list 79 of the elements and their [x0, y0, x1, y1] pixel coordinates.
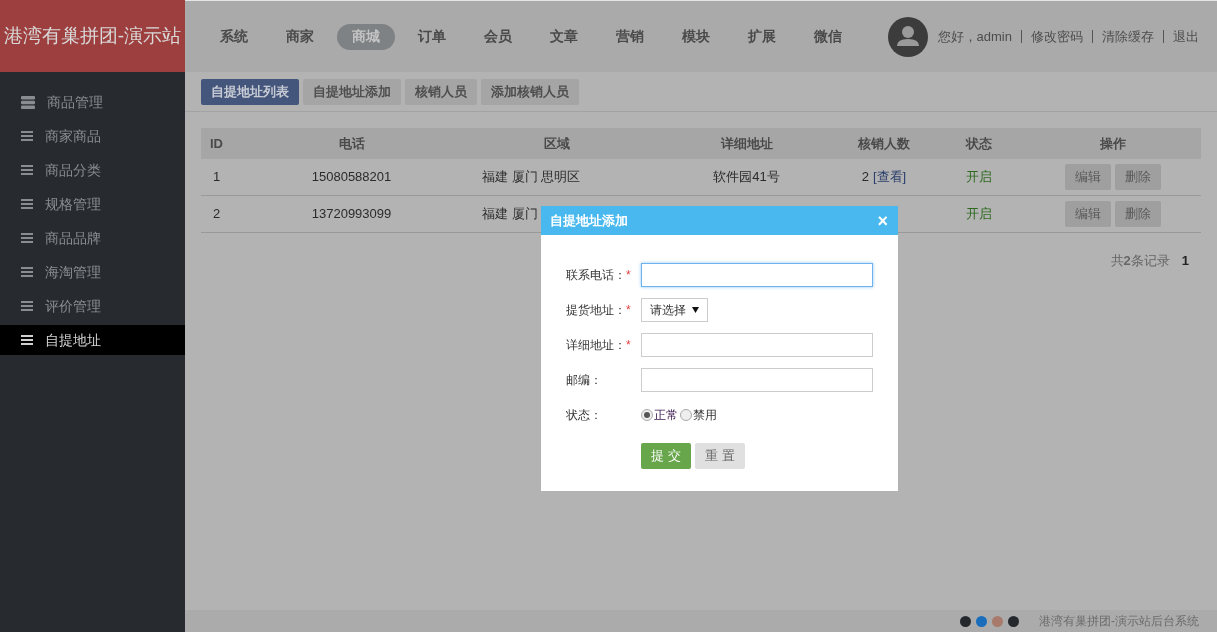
submit-button[interactable]: 提 交 — [641, 443, 691, 469]
greeting: 您好，admin — [937, 27, 1012, 46]
nav-tab[interactable]: 订单 — [403, 23, 461, 50]
required-mark: * — [626, 302, 631, 319]
sidebar-item[interactable]: 海淘管理 — [0, 257, 185, 287]
header-link[interactable]: 修改密码 — [1031, 26, 1083, 47]
record-count: 共2条记录 — [1110, 252, 1170, 270]
delete-button[interactable]: 删除 — [1114, 164, 1161, 190]
nav-tab[interactable]: 商城 — [337, 23, 395, 50]
reset-button[interactable]: 重 置 — [695, 443, 745, 469]
sub-tab[interactable]: 自提地址添加 — [303, 78, 401, 105]
column-header: 核销人数 — [857, 134, 911, 153]
column-header: 区域 — [542, 134, 571, 153]
required-mark: * — [626, 267, 631, 284]
sub-tab[interactable]: 添加核销人员 — [481, 78, 579, 105]
sub-tab[interactable]: 自提地址列表 — [201, 78, 299, 105]
input-field[interactable] — [641, 333, 873, 357]
nav-tab[interactable]: 文章 — [535, 23, 593, 50]
sub-tab[interactable]: 核销人员 — [405, 78, 477, 105]
column-header: 状态 — [964, 134, 993, 153]
stack-icon — [21, 95, 35, 109]
table-cell-text: 13720993099 — [310, 205, 393, 224]
table-cell-text: 1 — [212, 168, 222, 187]
header-link[interactable]: 退出 — [1173, 26, 1199, 47]
table-cell-text: 15080588201 — [310, 168, 393, 187]
sidebar-item[interactable]: 自提地址 — [0, 325, 185, 355]
logo: 港湾有巢拼团-演示站 — [0, 0, 185, 72]
input-field[interactable] — [641, 368, 873, 392]
table-cell: 软件园41号 — [713, 169, 780, 185]
sidebar-item[interactable]: 商品品牌 — [0, 223, 185, 253]
column-header: 操作 — [1098, 134, 1127, 153]
sidebar-item[interactable]: 商品管理 — [0, 87, 185, 117]
sidebar-item[interactable]: 规格管理 — [0, 189, 185, 219]
select-field[interactable]: 请选择 — [641, 298, 708, 322]
column-header: ID — [209, 134, 224, 153]
list-icon — [21, 165, 33, 175]
field-label: 联系电话： — [566, 267, 626, 284]
nav-tab[interactable]: 商家 — [271, 23, 329, 50]
table-cell: 福建 厦门 — [482, 206, 538, 222]
avatar-icon — [887, 16, 928, 57]
input-field[interactable] — [641, 263, 873, 287]
required-mark: * — [626, 337, 631, 354]
status-text: 开启 — [965, 168, 993, 187]
view-link[interactable]: [查看] — [873, 167, 907, 187]
dialog-title: 自提地址添加 — [550, 211, 628, 230]
field-label: 提货地址： — [566, 302, 626, 319]
field-label: 详细地址： — [566, 337, 626, 354]
status-text: 开启 — [965, 205, 993, 224]
close-button[interactable]: × — [877, 211, 888, 230]
nav-tab[interactable]: 扩展 — [733, 23, 791, 50]
field-label: 状态： — [566, 407, 602, 424]
header-link[interactable]: 清除缓存 — [1102, 26, 1154, 47]
edit-button[interactable]: 编辑 — [1064, 201, 1111, 227]
table-cell-text: 2 — [861, 168, 869, 187]
edit-button[interactable]: 编辑 — [1064, 164, 1111, 190]
caret-icon — [692, 307, 699, 313]
nav-tab[interactable]: 会员 — [469, 23, 527, 50]
sidebar-item[interactable]: 商品分类 — [0, 155, 185, 185]
radio-option[interactable]: 正常 — [641, 406, 678, 424]
list-icon — [21, 199, 33, 209]
table-cell-text: 2 — [212, 205, 222, 224]
nav-tab[interactable]: 模块 — [667, 23, 725, 50]
delete-button[interactable]: 删除 — [1114, 201, 1161, 227]
nav-tab[interactable]: 系统 — [205, 23, 263, 50]
list-icon — [21, 267, 33, 277]
list-icon — [21, 301, 33, 311]
list-icon — [21, 131, 33, 141]
sidebar-item[interactable]: 评价管理 — [0, 291, 185, 321]
nav-tab[interactable]: 营销 — [601, 23, 659, 50]
list-icon — [21, 335, 33, 345]
page-number[interactable]: 1 — [1181, 251, 1189, 271]
field-label: 邮编： — [566, 372, 602, 389]
table-cell: 福建 厦门 思明区 — [482, 169, 581, 185]
nav-tab[interactable]: 微信 — [799, 23, 857, 50]
list-icon — [21, 233, 33, 243]
radio-option[interactable]: 禁用 — [680, 406, 717, 424]
sidebar-item[interactable]: 商家商品 — [0, 121, 185, 151]
column-header: 电话 — [337, 134, 366, 153]
column-header: 详细地址 — [719, 134, 774, 153]
